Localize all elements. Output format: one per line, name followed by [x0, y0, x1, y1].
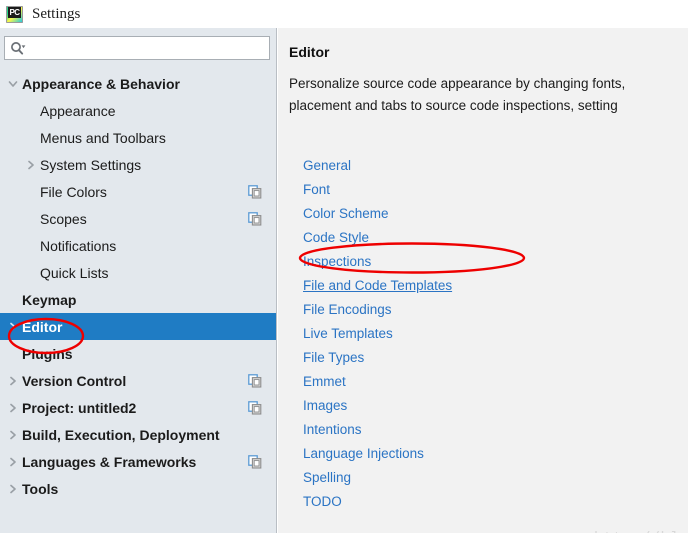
page-title: Editor — [289, 44, 329, 60]
sidebar-item-label: Languages & Frameworks — [22, 454, 196, 470]
sidebar-item-scopes[interactable]: Scopes — [0, 205, 276, 232]
sidebar-item-plugins[interactable]: Plugins — [0, 340, 276, 367]
sidebar-item-label: Scopes — [40, 211, 87, 227]
sidebar-item-label: Editor — [22, 319, 62, 335]
sidebar-item-tools[interactable]: Tools — [0, 475, 276, 502]
chevron-right-icon[interactable] — [4, 475, 22, 502]
tree-spacer — [4, 340, 22, 367]
sidebar-item-appearance[interactable]: Appearance — [0, 97, 276, 124]
subsection-link-list: GeneralFontColor SchemeCode StyleInspect… — [303, 154, 683, 514]
search-input[interactable] — [26, 38, 269, 58]
sidebar-item-label: Menus and Toolbars — [40, 130, 166, 146]
sidebar-item-label: Quick Lists — [40, 265, 108, 281]
sidebar-item-system-settings[interactable]: System Settings — [0, 151, 276, 178]
sidebar-item-label: Tools — [22, 481, 58, 497]
sidebar-item-label: Version Control — [22, 373, 126, 389]
detail-panel: Editor Personalize source code appearanc… — [278, 28, 688, 533]
sidebar-item-quick-lists[interactable]: Quick Lists — [0, 259, 276, 286]
chevron-right-icon[interactable] — [4, 367, 22, 394]
sidebar-item-label: Notifications — [40, 238, 116, 254]
chevron-right-icon[interactable] — [4, 313, 22, 340]
detail-link-general[interactable]: General — [303, 154, 351, 178]
tree-spacer — [22, 205, 40, 232]
sidebar-item-appearance-behavior[interactable]: Appearance & Behavior — [0, 70, 276, 97]
copy-to-projects-icon[interactable] — [248, 401, 262, 415]
sidebar-item-project-untitled2[interactable]: Project: untitled2 — [0, 394, 276, 421]
sidebar-item-label: Project: untitled2 — [22, 400, 136, 416]
settings-tree: Appearance & Behavior Appearance Menus and… — [0, 70, 276, 533]
sidebar-item-languages-frameworks[interactable]: Languages & Frameworks — [0, 448, 276, 475]
detail-link-language-injections[interactable]: Language Injections — [303, 442, 424, 466]
detail-link-spelling[interactable]: Spelling — [303, 466, 351, 490]
detail-link-todo[interactable]: TODO — [303, 490, 342, 514]
detail-link-code-style[interactable]: Code Style — [303, 226, 369, 250]
sidebar-item-label: File Colors — [40, 184, 107, 200]
sidebar-item-label: System Settings — [40, 157, 141, 173]
sidebar-item-label: Appearance — [40, 103, 116, 119]
sidebar-item-version-control[interactable]: Version Control — [0, 367, 276, 394]
tree-spacer — [22, 232, 40, 259]
page-description: Personalize source code appearance by ch… — [289, 73, 688, 117]
detail-link-file-encodings[interactable]: File Encodings — [303, 298, 392, 322]
copy-to-projects-icon[interactable] — [248, 455, 262, 469]
detail-link-intentions[interactable]: Intentions — [303, 418, 362, 442]
detail-link-file-types[interactable]: File Types — [303, 346, 364, 370]
search-box[interactable] — [4, 36, 270, 60]
sidebar-item-editor[interactable]: Editor — [0, 313, 276, 340]
sidebar-item-label: Plugins — [22, 346, 73, 362]
page-description-line-1: Personalize source code appearance by ch… — [289, 73, 688, 95]
detail-link-file-and-code-templates[interactable]: File and Code Templates — [303, 274, 452, 298]
page-description-line-2: placement and tabs to source code inspec… — [289, 95, 688, 117]
detail-link-images[interactable]: Images — [303, 394, 347, 418]
search-icon — [10, 41, 26, 56]
copy-to-projects-icon[interactable] — [248, 212, 262, 226]
sidebar-item-label: Build, Execution, Deployment — [22, 427, 220, 443]
tree-spacer — [22, 97, 40, 124]
sidebar-item-file-colors[interactable]: File Colors — [0, 178, 276, 205]
chevron-right-icon[interactable] — [22, 151, 40, 178]
chevron-down-icon[interactable] — [4, 70, 22, 97]
sidebar-item-keymap[interactable]: Keymap — [0, 286, 276, 313]
pycharm-icon-label: PC — [8, 7, 21, 18]
sidebar-item-label: Appearance & Behavior — [22, 76, 180, 92]
copy-to-projects-icon[interactable] — [248, 185, 262, 199]
pycharm-icon: PC — [6, 6, 23, 23]
tree-spacer — [22, 124, 40, 151]
sidebar-item-label: Keymap — [22, 292, 76, 308]
window-title: Settings — [32, 6, 80, 23]
chevron-right-icon[interactable] — [4, 394, 22, 421]
sidebar-item-build-execution-deployment[interactable]: Build, Execution, Deployment — [0, 421, 276, 448]
tree-spacer — [22, 178, 40, 205]
chevron-right-icon[interactable] — [4, 421, 22, 448]
settings-dialog: PC Settings Appearance & BehaviorAppeara… — [0, 0, 688, 533]
detail-link-live-templates[interactable]: Live Templates — [303, 322, 393, 346]
chevron-right-icon[interactable] — [4, 448, 22, 475]
copy-to-projects-icon[interactable] — [248, 374, 262, 388]
detail-link-font[interactable]: Font — [303, 178, 330, 202]
settings-sidebar: Appearance & Behavior Appearance Menus and… — [0, 28, 277, 533]
sidebar-item-notifications[interactable]: Notifications — [0, 232, 276, 259]
title-bar: PC Settings — [0, 0, 688, 28]
tree-spacer — [22, 259, 40, 286]
detail-link-emmet[interactable]: Emmet — [303, 370, 346, 394]
detail-link-inspections[interactable]: Inspections — [303, 250, 371, 274]
tree-spacer — [4, 286, 22, 313]
sidebar-item-menus-and-toolbars[interactable]: Menus and Toolbars — [0, 124, 276, 151]
detail-link-color-scheme[interactable]: Color Scheme — [303, 202, 389, 226]
